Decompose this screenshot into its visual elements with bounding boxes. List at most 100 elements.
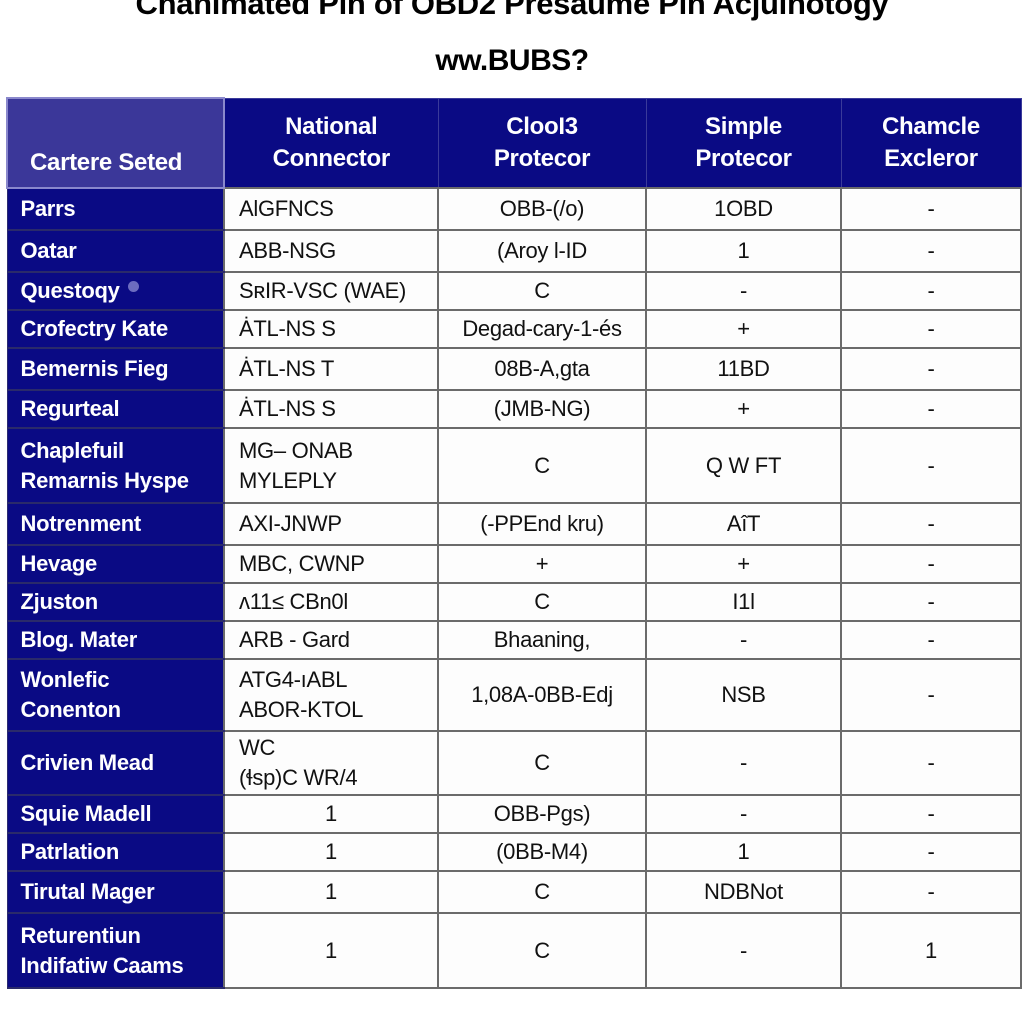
table-cell: -	[840, 620, 1022, 660]
table-cell: -	[645, 730, 842, 796]
table-row: Bemernis Fieg ȦTL-NS T 08B-A,gta 11BD -	[6, 347, 1022, 391]
table-cell: AîT	[645, 502, 842, 546]
table-cell: -	[840, 730, 1022, 796]
table-cell: I1l	[645, 582, 842, 622]
document-subtitle: ww.BUBS?	[435, 44, 589, 77]
row-label: Returentiun Indifatiw Caams	[6, 912, 225, 989]
table-row: Crofectry Kate ȦTL-NS S Degad-cary-1-és …	[6, 309, 1022, 349]
table-cell: 1	[223, 832, 439, 872]
table-cell: ȦTL-NS T	[223, 347, 439, 391]
table-cell: +	[645, 309, 842, 349]
table-cell: AXI-JNWP	[223, 502, 439, 546]
table-row: Tirutal Mager 1 C NDBNot -	[6, 870, 1022, 914]
table-cell: Degad-cary-1-és	[437, 309, 647, 349]
table-cell: C	[437, 427, 647, 504]
table-row: Returentiun Indifatiw Caams 1 C - 1	[6, 912, 1022, 989]
table-cell: MG– ONAB MYLEPLY	[223, 427, 439, 504]
table-cell: (JMB-NG)	[437, 389, 647, 429]
table-cell: -	[840, 427, 1022, 504]
table-cell: 1	[223, 794, 439, 834]
table-row: Notrenment AXI-JNWP (-PPEnd kru) AîT -	[6, 502, 1022, 546]
document-title: Chanimated Pin of OBD2 Presaume Pin Acju…	[135, 0, 889, 21]
table-cell: Bhaaning,	[437, 620, 647, 660]
table-cell: C	[437, 582, 647, 622]
table-cell: (-PPEnd kru)	[437, 502, 647, 546]
table-cell: OBB-Pɡs)	[437, 794, 647, 834]
table-cell: C	[437, 271, 647, 311]
table-cell: ARB - Gard	[223, 620, 439, 660]
table-row: Zjuston ʌ11≤ CBn0l C I1l -	[6, 582, 1022, 622]
table-cell: 1	[223, 870, 439, 914]
table-row: Regurteal ȦTL-NS S (JMB-NG) + -	[6, 389, 1022, 429]
table-header-row: Cartere Seted National Connector ClooΙ3 …	[6, 97, 1022, 189]
row-label: Bemernis Fieg	[6, 347, 225, 391]
table-cell: ʌ11≤ CBn0l	[223, 582, 439, 622]
table-cell: C	[437, 870, 647, 914]
table-row: Chaplefuil Remarnis Hyspe MG– ONAB MYLEP…	[6, 427, 1022, 504]
table-cell: ȦTL-NS S	[223, 389, 439, 429]
table-cell: -	[840, 794, 1022, 834]
table-cell: -	[645, 794, 842, 834]
table-row: Parrs AlGFNCS OBB-(/o) 1OBD -	[6, 187, 1022, 231]
table-cell: 1,08A-0BB-Edj	[437, 658, 647, 732]
table-cell: -	[840, 389, 1022, 429]
table-row: Questoqy SʀIR-VSC (WAE) C - -	[6, 271, 1022, 311]
table-cell: 1	[645, 832, 842, 872]
table-cell: WC (ɬsp)C WR/4	[223, 730, 439, 796]
table-cell: -	[840, 832, 1022, 872]
table-cell: -	[645, 620, 842, 660]
table-cell: -	[840, 870, 1022, 914]
table-row: Oatar ABB-NSG (Aroy l-ID 1 -	[6, 229, 1022, 273]
table-row: Squie Madell 1 OBB-Pɡs) - -	[6, 794, 1022, 834]
row-label: Questoqy	[20, 278, 120, 303]
table-cell: C	[437, 912, 647, 989]
row-label: Regurteal	[6, 389, 225, 429]
table-row: Patrlation 1 (0BB-M4) 1 -	[6, 832, 1022, 872]
column-header: ClooΙ3 Protecor	[437, 97, 647, 189]
table-cell: 1	[840, 912, 1022, 989]
table-cell: -	[840, 544, 1022, 584]
table-cell: -	[840, 229, 1022, 273]
table-row: Hevage MBC, CWNP + + -	[6, 544, 1022, 584]
table-cell: (0BB-M4)	[437, 832, 647, 872]
table-row: Wonlefic Conenton ATG4-ıABL ABOR-KTOL 1,…	[6, 658, 1022, 732]
row-label: Chaplefuil Remarnis Hyspe	[6, 427, 225, 504]
column-header: Simple Protecor	[645, 97, 842, 189]
table-cell: NDBNot	[645, 870, 842, 914]
row-label: Tirutal Mager	[6, 870, 225, 914]
table-cell: -	[645, 271, 842, 311]
table-cell: -	[840, 347, 1022, 391]
table-row: Blog. Mater ARB - Gard Bhaaning, - -	[6, 620, 1022, 660]
column-header: Chamcle Excleror	[840, 97, 1022, 189]
table-cell: C	[437, 730, 647, 796]
column-header: National Connector	[223, 97, 439, 189]
row-label: Blog. Mater	[6, 620, 225, 660]
row-label: Crivien Mead	[6, 730, 225, 796]
table-cell: 08B-A,gta	[437, 347, 647, 391]
comparison-table: Cartere Seted National Connector ClooΙ3 …	[6, 97, 1022, 989]
table-cell: 11BD	[645, 347, 842, 391]
table-cell: -	[840, 309, 1022, 349]
table-cell: -	[840, 271, 1022, 311]
dot-icon	[127, 281, 139, 292]
table-cell: +	[645, 389, 842, 429]
row-label: Notrenment	[6, 502, 225, 546]
table-cell: +	[645, 544, 842, 584]
table-cell: -	[840, 187, 1022, 231]
table-cell: Q W FT	[645, 427, 842, 504]
table-cell: 1OBD	[645, 187, 842, 231]
row-label: Oatar	[6, 229, 225, 273]
table-cell: -	[840, 502, 1022, 546]
table-cell: ȦTL-NS S	[223, 309, 439, 349]
table-cell: ATG4-ıABL ABOR-KTOL	[223, 658, 439, 732]
table-cell: OBB-(/o)	[437, 187, 647, 231]
row-label: Wonlefic Conenton	[6, 658, 225, 732]
row-label: Hevage	[6, 544, 225, 584]
row-label: Zjuston	[6, 582, 225, 622]
row-label: Squie Madell	[6, 794, 225, 834]
table-cell: +	[437, 544, 647, 584]
table-cell: 1	[223, 912, 439, 989]
table-row: Crivien Mead WC (ɬsp)C WR/4 C - -	[6, 730, 1022, 796]
table-cell: SʀIR-VSC (WAE)	[223, 271, 439, 311]
row-label: Crofectry Kate	[6, 309, 225, 349]
